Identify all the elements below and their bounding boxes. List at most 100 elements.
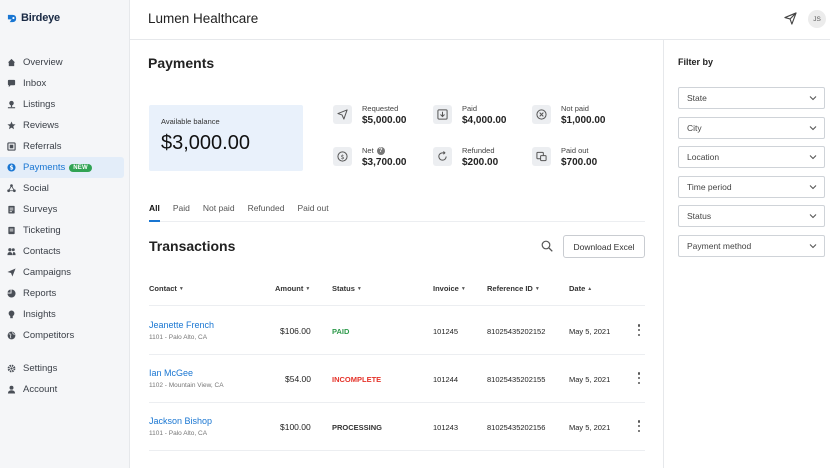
transactions-title: Transactions	[149, 238, 236, 254]
brand-logo[interactable]: Birdeye	[7, 12, 60, 24]
download-excel-button[interactable]: Download Excel	[563, 235, 645, 258]
sidebar-item-ticketing[interactable]: Ticketing	[0, 220, 124, 241]
date: May 5, 2021	[569, 375, 611, 384]
balance-value: $3,000.00	[161, 132, 250, 154]
stat-label: Not paid	[561, 104, 589, 113]
invoice-number: 101243	[433, 423, 459, 432]
stat-requested: Requested $5,000.00	[333, 104, 407, 126]
bulb-icon	[8, 310, 15, 319]
status-badge: PROCESSING	[332, 423, 383, 432]
filter-state-select[interactable]: State	[678, 87, 825, 109]
star-icon	[7, 121, 16, 130]
contact-name-link[interactable]: Jeanette French	[149, 320, 214, 330]
svg-text:$: $	[340, 153, 344, 161]
send-icon[interactable]	[784, 12, 797, 25]
clipboard-icon	[8, 205, 15, 214]
column-reference-id[interactable]: Reference ID ▼	[487, 284, 540, 293]
filter-city-select[interactable]: City	[678, 117, 825, 139]
contact-location: 1101 - Palo Alto, CA	[149, 334, 208, 341]
sidebar-item-label: Overview	[23, 57, 63, 68]
chat-icon	[7, 79, 16, 88]
chevron-down-icon	[809, 155, 817, 160]
filter-location-select[interactable]: Location	[678, 146, 825, 168]
more-options-icon[interactable]	[637, 324, 641, 336]
avatar[interactable]: JS	[808, 10, 826, 28]
sidebar-item-reviews[interactable]: Reviews	[0, 115, 124, 136]
sidebar-item-campaigns[interactable]: Campaigns	[0, 262, 124, 283]
sidebar-item-label: Competitors	[23, 330, 75, 341]
stat-net: $ Net ? $3,700.00	[333, 146, 407, 168]
share-icon	[7, 184, 16, 193]
ticket-icon	[8, 226, 15, 235]
filter-time-period-select[interactable]: Time period	[678, 176, 825, 198]
balance-label: Available balance	[161, 117, 220, 126]
sidebar-item-label: Settings	[23, 363, 58, 374]
tab-paid[interactable]: Paid	[173, 202, 190, 222]
sort-down-icon: ▼	[356, 285, 362, 292]
sidebar-item-inbox[interactable]: Inbox	[0, 73, 124, 94]
sidebar-item-listings[interactable]: Listings	[0, 94, 124, 115]
sidebar-item-competitors[interactable]: Competitors	[0, 325, 124, 346]
sidebar-item-label: Social	[23, 183, 49, 194]
home-icon	[7, 58, 16, 67]
help-icon[interactable]: ?	[376, 146, 385, 155]
table-row[interactable]: Ian McGee 1102 - Mountain View, CA $54.0…	[149, 355, 645, 403]
sidebar-item-label: Inbox	[23, 78, 47, 89]
more-options-icon[interactable]	[637, 420, 641, 432]
payment-tabs: All Paid Not paid Refunded Paid out	[149, 202, 645, 222]
date: May 5, 2021	[569, 423, 611, 432]
chart-icon	[7, 289, 16, 298]
sidebar-item-social[interactable]: Social	[0, 178, 124, 199]
amount: $100.00	[280, 422, 311, 432]
column-status[interactable]: Status ▼	[332, 284, 362, 293]
chevron-down-icon	[809, 126, 817, 131]
filter-payment-method-select[interactable]: Payment method	[678, 235, 825, 257]
contact-name-link[interactable]: Jackson Bishop	[149, 416, 212, 426]
dollar-circle-icon: $	[337, 151, 348, 162]
sidebar-item-reports[interactable]: Reports	[0, 283, 124, 304]
table-row[interactable]: Jeanette French 1101 - Palo Alto, CA $10…	[149, 307, 645, 355]
invoice-number: 101245	[433, 327, 459, 336]
column-date[interactable]: Date ▲	[569, 284, 592, 293]
sidebar-item-label: Reviews	[23, 120, 59, 131]
contact-location: 1101 - Palo Alto, CA	[149, 430, 208, 437]
column-amount[interactable]: Amount ▼	[275, 284, 310, 293]
sort-down-icon: ▼	[534, 285, 540, 292]
reference-id: 81025435202156	[487, 423, 546, 432]
sort-down-icon: ▼	[178, 285, 184, 292]
stat-refunded: Refunded $200.00	[433, 146, 498, 168]
tab-paid-out[interactable]: Paid out	[297, 202, 328, 222]
sidebar-item-settings[interactable]: Settings	[0, 358, 124, 379]
sidebar-item-label: Insights	[23, 309, 56, 320]
sidebar-item-label: Payments	[23, 162, 66, 173]
stat-label: Net	[362, 146, 374, 155]
top-bar: Lumen Healthcare JS	[130, 0, 830, 40]
sidebar-item-label: Account	[23, 384, 58, 395]
stat-value: $3,700.00	[362, 157, 407, 168]
sidebar-item-label: Ticketing	[23, 225, 61, 236]
send-icon	[337, 109, 348, 120]
more-options-icon[interactable]	[637, 372, 641, 384]
contact-name-link[interactable]: Ian McGee	[149, 368, 193, 378]
company-name[interactable]: Lumen Healthcare	[148, 11, 258, 26]
tab-refunded[interactable]: Refunded	[248, 202, 285, 222]
filter-status-select[interactable]: Status	[678, 205, 825, 227]
sidebar-item-referrals[interactable]: Referrals	[0, 136, 124, 157]
sidebar-item-account[interactable]: Account	[0, 379, 124, 400]
birdeye-logo-icon	[7, 14, 17, 22]
search-icon[interactable]	[541, 240, 553, 252]
reference-id: 81025435202152	[487, 327, 546, 336]
sidebar-item-payments[interactable]: $ Payments NEW	[0, 157, 124, 178]
column-invoice[interactable]: Invoice ▼	[433, 284, 466, 293]
stat-value: $200.00	[462, 157, 499, 168]
invoice-number: 101244	[433, 375, 459, 384]
table-row[interactable]: Jackson Bishop 1101 - Palo Alto, CA $100…	[149, 403, 645, 451]
tab-all[interactable]: All	[149, 202, 160, 222]
sidebar-item-surveys[interactable]: Surveys	[0, 199, 124, 220]
sidebar-item-insights[interactable]: Insights	[0, 304, 124, 325]
sidebar-item-overview[interactable]: Overview	[0, 52, 124, 73]
tab-not-paid[interactable]: Not paid	[203, 202, 235, 222]
stat-label: Requested	[362, 104, 399, 113]
sidebar-item-contacts[interactable]: Contacts	[0, 241, 124, 262]
column-contact[interactable]: Contact ▼	[149, 284, 184, 293]
